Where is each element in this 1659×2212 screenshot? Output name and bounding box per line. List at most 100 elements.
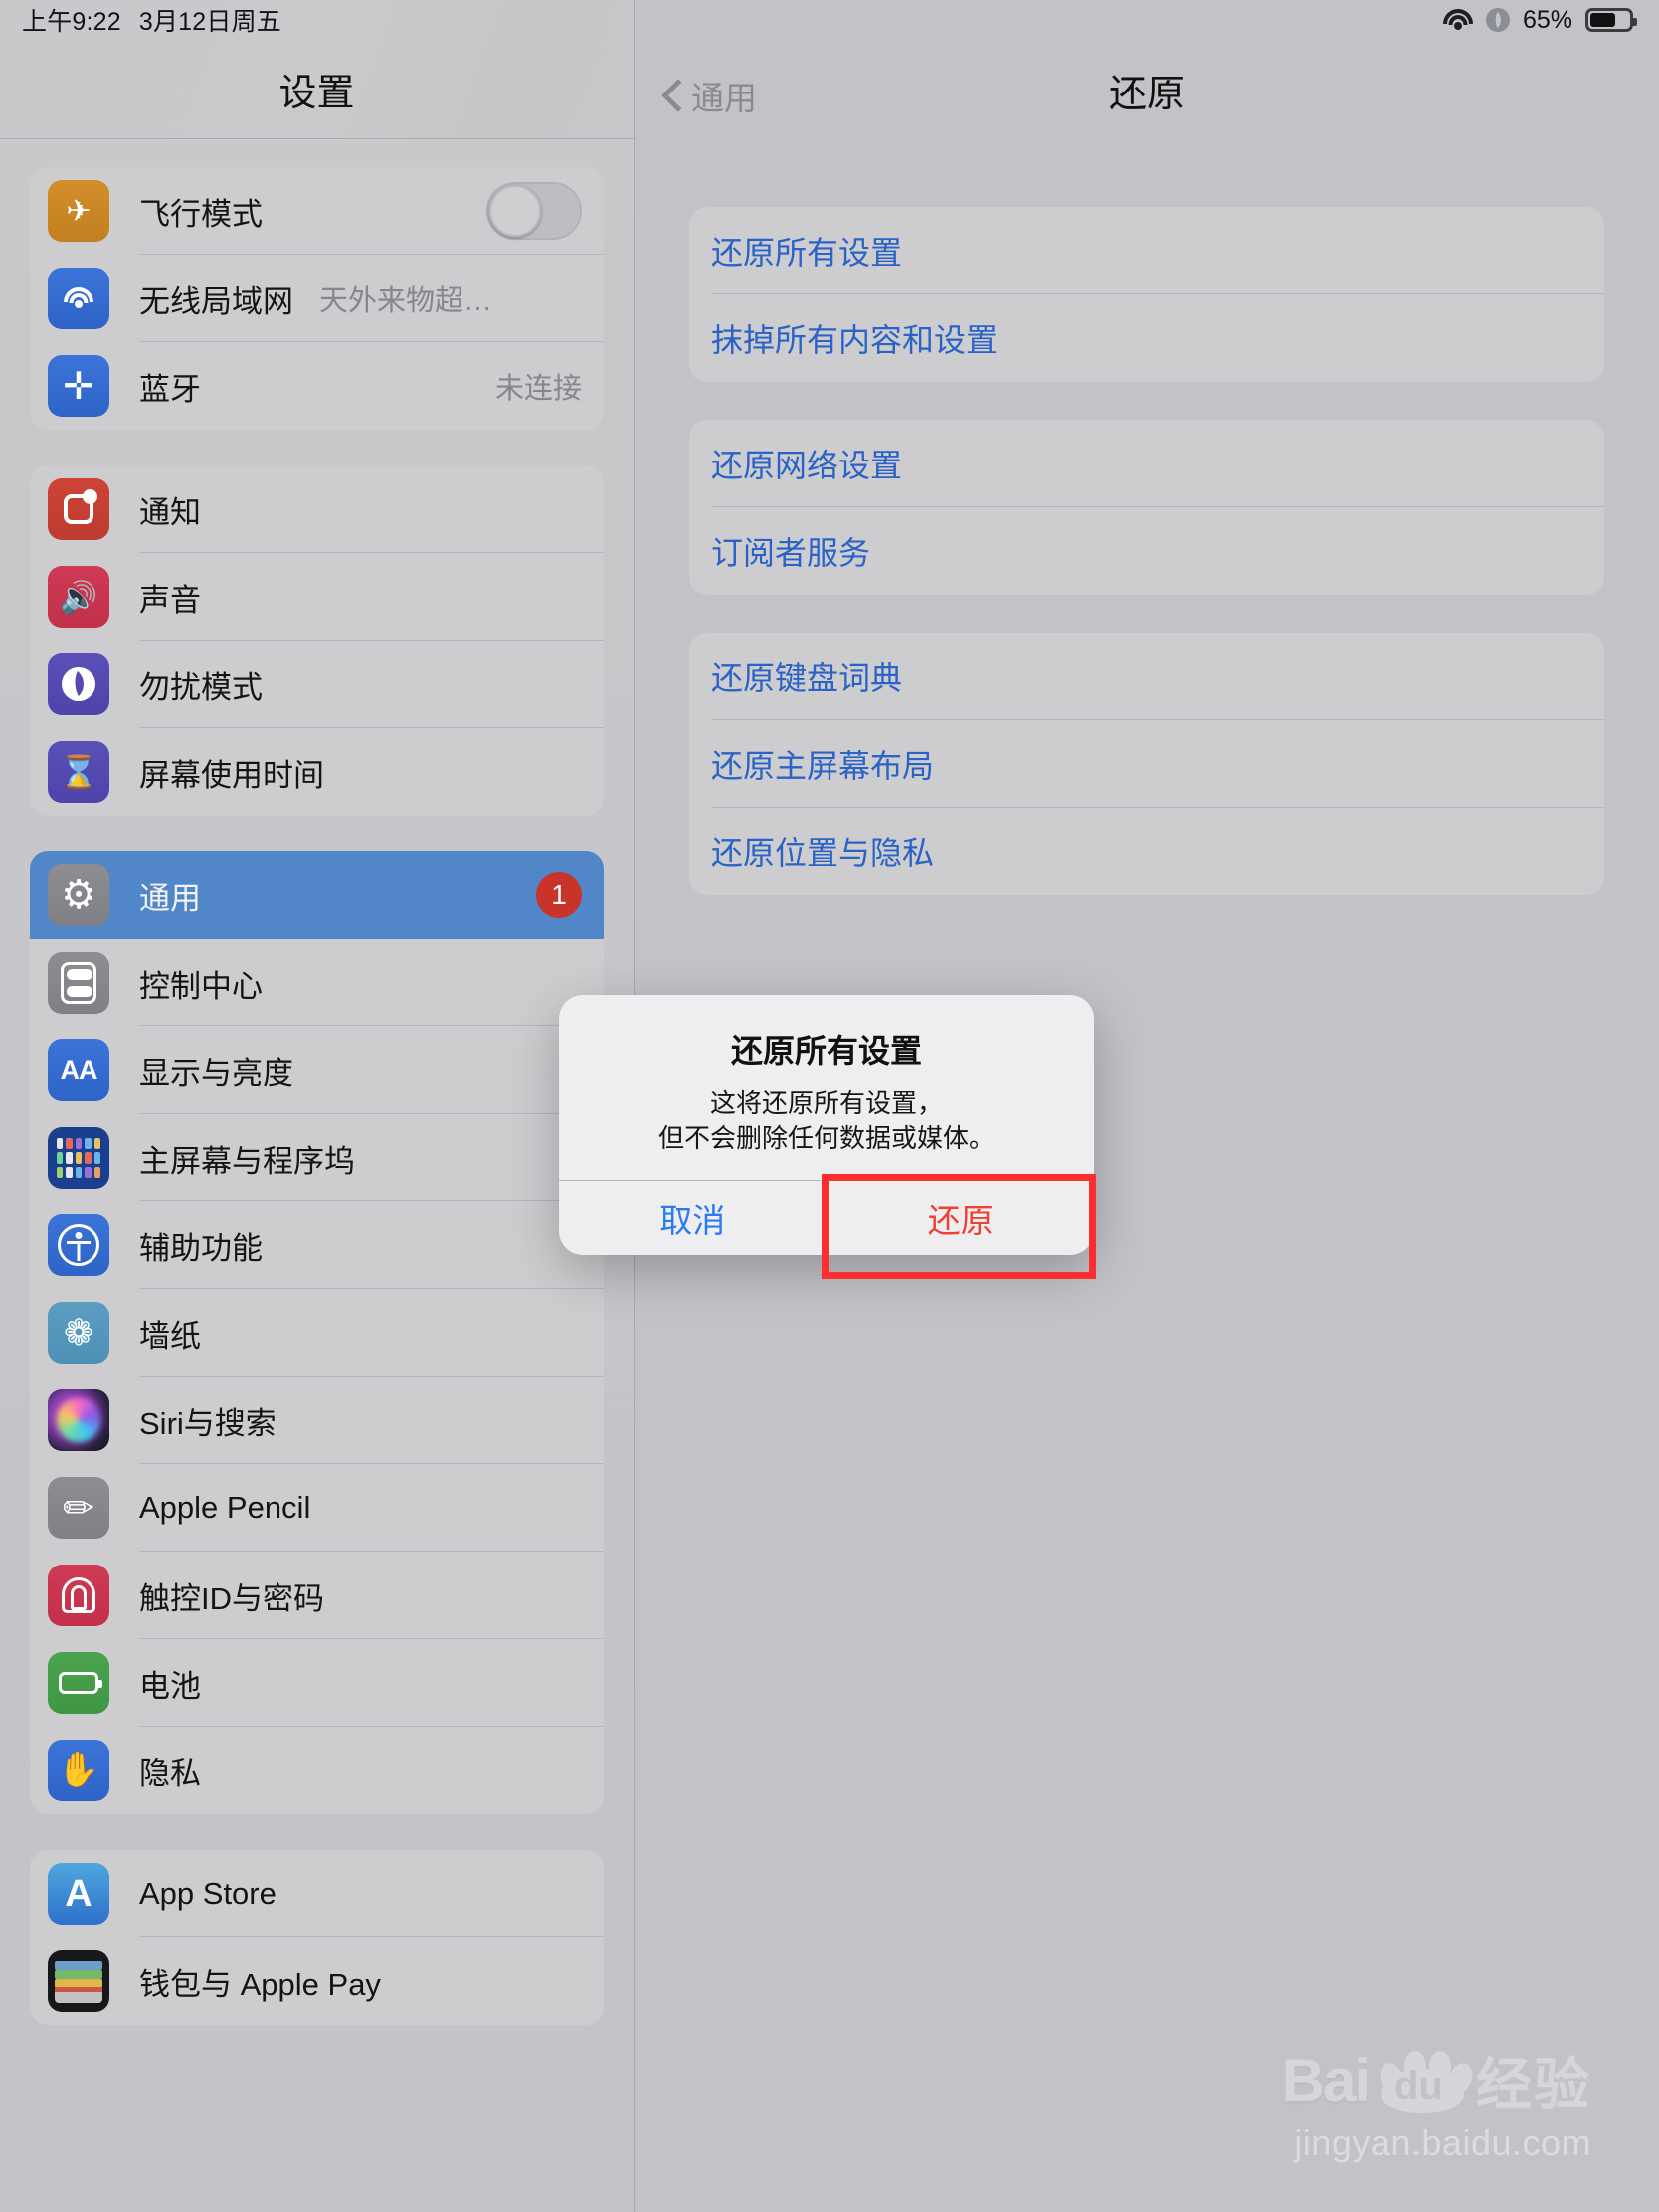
dialog-buttons: 取消 还原: [559, 1180, 1094, 1255]
reset-confirm-dialog: 还原所有设置 这将还原所有设置， 但不会删除任何数据或媒体。 取消 还原: [559, 995, 1094, 1255]
sidebar-item-label: 声音: [139, 582, 201, 618]
siri-icon: [48, 1389, 109, 1451]
cancel-button[interactable]: 取消: [559, 1181, 827, 1255]
app-store-icon: A: [48, 1863, 109, 1925]
sidebar-item-wifi[interactable]: 无线局域网 天外来物超…: [30, 255, 604, 342]
row-label: 还原键盘词典: [711, 660, 903, 696]
gear-icon: ⚙: [48, 864, 109, 926]
reset-group-1: 还原所有设置 抹掉所有内容和设置: [689, 207, 1604, 382]
watermark-url: jingyan.baidu.com: [1294, 2122, 1591, 2163]
status-time: 上午9:22: [22, 8, 121, 36]
home-screen-icon: [48, 1127, 109, 1189]
sidebar-item-sounds[interactable]: 🔊 声音: [30, 553, 604, 641]
sidebar-item-notifications[interactable]: 通知: [30, 465, 604, 553]
sidebar-item-general[interactable]: ⚙ 通用 1: [30, 851, 604, 939]
reset-all-settings-row[interactable]: 还原所有设置: [689, 207, 1604, 294]
sidebar-item-label: 屏幕使用时间: [139, 757, 324, 793]
dialog-message-line2: 但不会删除任何数据或媒体。: [657, 1123, 995, 1154]
sidebar-item-airplane-mode[interactable]: ✈ 飞行模式: [30, 167, 604, 255]
reset-group-3: 还原键盘词典 还原主屏幕布局 还原位置与隐私: [689, 633, 1604, 895]
sidebar-item-label: 主屏幕与程序坞: [139, 1143, 355, 1179]
sidebar-item-privacy[interactable]: ✋ 隐私: [30, 1727, 604, 1814]
status-bar-right: 65%: [1442, 5, 1637, 35]
sidebar-item-label: 电池: [139, 1668, 201, 1704]
paw-icon: du: [1375, 2049, 1477, 2113]
baidu-watermark: Bai du 经验 jingyan.baidu.com: [1282, 2040, 1591, 2164]
airplane-icon: ✈: [48, 180, 109, 242]
sidebar-item-siri-search[interactable]: Siri与搜索: [30, 1377, 604, 1464]
airplane-mode-toggle[interactable]: [486, 182, 582, 240]
sidebar-item-do-not-disturb[interactable]: 勿扰模式: [30, 641, 604, 728]
moon-icon: [48, 653, 109, 715]
wifi-network-name: 天外来物超…: [319, 285, 493, 317]
status-bar: 上午9:22 3月12日周五 65%: [0, 0, 1659, 40]
privacy-hand-icon: ✋: [48, 1740, 109, 1801]
dialog-title: 还原所有设置: [730, 1033, 922, 1069]
sidebar-item-label: 蓝牙: [139, 371, 201, 407]
status-date: 3月12日周五: [138, 8, 281, 36]
sidebar-item-label: 勿扰模式: [139, 669, 263, 705]
settings-sidebar: 设置 ✈ 飞行模式 无线局域网 天外来物超… ✛ 蓝牙 未连接 通知 🔊 声音 …: [0, 0, 635, 2212]
reset-network-settings-row[interactable]: 还原网络设置: [689, 420, 1604, 507]
sidebar-item-label: 钱包与 Apple Pay: [139, 1966, 381, 2002]
row-label: 订阅者服务: [711, 535, 871, 571]
status-bar-left: 上午9:22 3月12日周五: [22, 2, 281, 38]
reset-home-screen-layout-row[interactable]: 还原主屏幕布局: [689, 720, 1604, 808]
control-center-icon: [48, 952, 109, 1014]
sidebar-item-bluetooth[interactable]: ✛ 蓝牙 未连接: [30, 342, 604, 430]
row-label: 还原所有设置: [711, 235, 903, 271]
accessibility-icon: [48, 1214, 109, 1276]
sidebar-item-app-store[interactable]: A App Store: [30, 1850, 604, 1937]
sidebar-item-battery[interactable]: 电池: [30, 1639, 604, 1727]
reset-group-2: 还原网络设置 订阅者服务: [689, 420, 1604, 595]
sidebar-item-label: 飞行模式: [139, 196, 263, 232]
bluetooth-icon: ✛: [48, 355, 109, 417]
sidebar-item-label: 触控ID与密码: [139, 1580, 324, 1616]
sidebar-item-apple-pencil[interactable]: ✏ Apple Pencil: [30, 1464, 604, 1552]
wifi-icon: [1442, 8, 1473, 32]
baidu-logo: Bai du 经验: [1282, 2040, 1591, 2120]
battery-percent: 65%: [1522, 5, 1572, 34]
sidebar-item-control-center[interactable]: 控制中心: [30, 939, 604, 1026]
hourglass-icon: ⌛: [48, 741, 109, 803]
row-label: 还原主屏幕布局: [711, 748, 935, 784]
back-button-label: 通用: [691, 80, 757, 116]
subscriber-services-row[interactable]: 订阅者服务: [689, 507, 1604, 595]
bluetooth-status: 未连接: [494, 373, 582, 405]
back-button[interactable]: 通用: [662, 72, 757, 119]
battery-icon: [48, 1652, 109, 1714]
dialog-message-line1: 这将还原所有设置，: [709, 1088, 943, 1118]
reset-location-privacy-row[interactable]: 还原位置与隐私: [689, 808, 1604, 895]
sidebar-item-label: 通用: [139, 880, 201, 916]
sidebar-group-alerts: 通知 🔊 声音 勿扰模式 ⌛ 屏幕使用时间: [30, 465, 604, 816]
reset-keyboard-dictionary-row[interactable]: 还原键盘词典: [689, 633, 1604, 720]
chevron-left-icon: [662, 81, 679, 110]
sidebar-item-touch-id-passcode[interactable]: 触控ID与密码: [30, 1552, 604, 1639]
sidebar-item-label: 隐私: [139, 1755, 201, 1791]
wallet-icon: [48, 1950, 109, 2012]
row-label: 还原位置与隐私: [711, 835, 935, 871]
sidebar-scroll-area[interactable]: ✈ 飞行模式 无线局域网 天外来物超… ✛ 蓝牙 未连接 通知 🔊 声音 勿扰模…: [0, 167, 634, 2025]
pencil-icon: ✏: [48, 1477, 109, 1539]
sidebar-item-label: 辅助功能: [139, 1230, 263, 1266]
row-label: 抹掉所有内容和设置: [711, 322, 999, 358]
sidebar-item-label: 通知: [139, 494, 201, 530]
reset-confirm-button[interactable]: 还原: [828, 1181, 1095, 1255]
sound-icon: 🔊: [48, 566, 109, 628]
sidebar-item-label: App Store: [139, 1876, 276, 1911]
erase-all-content-row[interactable]: 抹掉所有内容和设置: [689, 294, 1604, 382]
sidebar-group-system: ⚙ 通用 1 控制中心 AA 显示与亮度 主屏幕与程序坞 辅助功能 ❁ 墙纸 S…: [30, 851, 604, 1814]
sidebar-item-wallpaper[interactable]: ❁ 墙纸: [30, 1289, 604, 1377]
battery-icon: [1585, 8, 1637, 32]
row-label: 还原网络设置: [711, 448, 903, 483]
wallpaper-icon: ❁: [48, 1302, 109, 1364]
sidebar-group-store: A App Store 钱包与 Apple Pay: [30, 1850, 604, 2025]
dialog-message: 这将还原所有设置， 但不会删除任何数据或媒体。: [559, 1086, 1094, 1157]
status-badge: 1: [536, 872, 582, 918]
sidebar-item-display-brightness[interactable]: AA 显示与亮度: [30, 1026, 604, 1114]
sidebar-item-home-screen-dock[interactable]: 主屏幕与程序坞: [30, 1114, 604, 1201]
sidebar-item-label: 无线局域网: [139, 283, 293, 319]
sidebar-item-wallet-apple-pay[interactable]: 钱包与 Apple Pay: [30, 1937, 604, 2025]
sidebar-item-screen-time[interactable]: ⌛ 屏幕使用时间: [30, 728, 604, 816]
sidebar-item-accessibility[interactable]: 辅助功能: [30, 1201, 604, 1289]
